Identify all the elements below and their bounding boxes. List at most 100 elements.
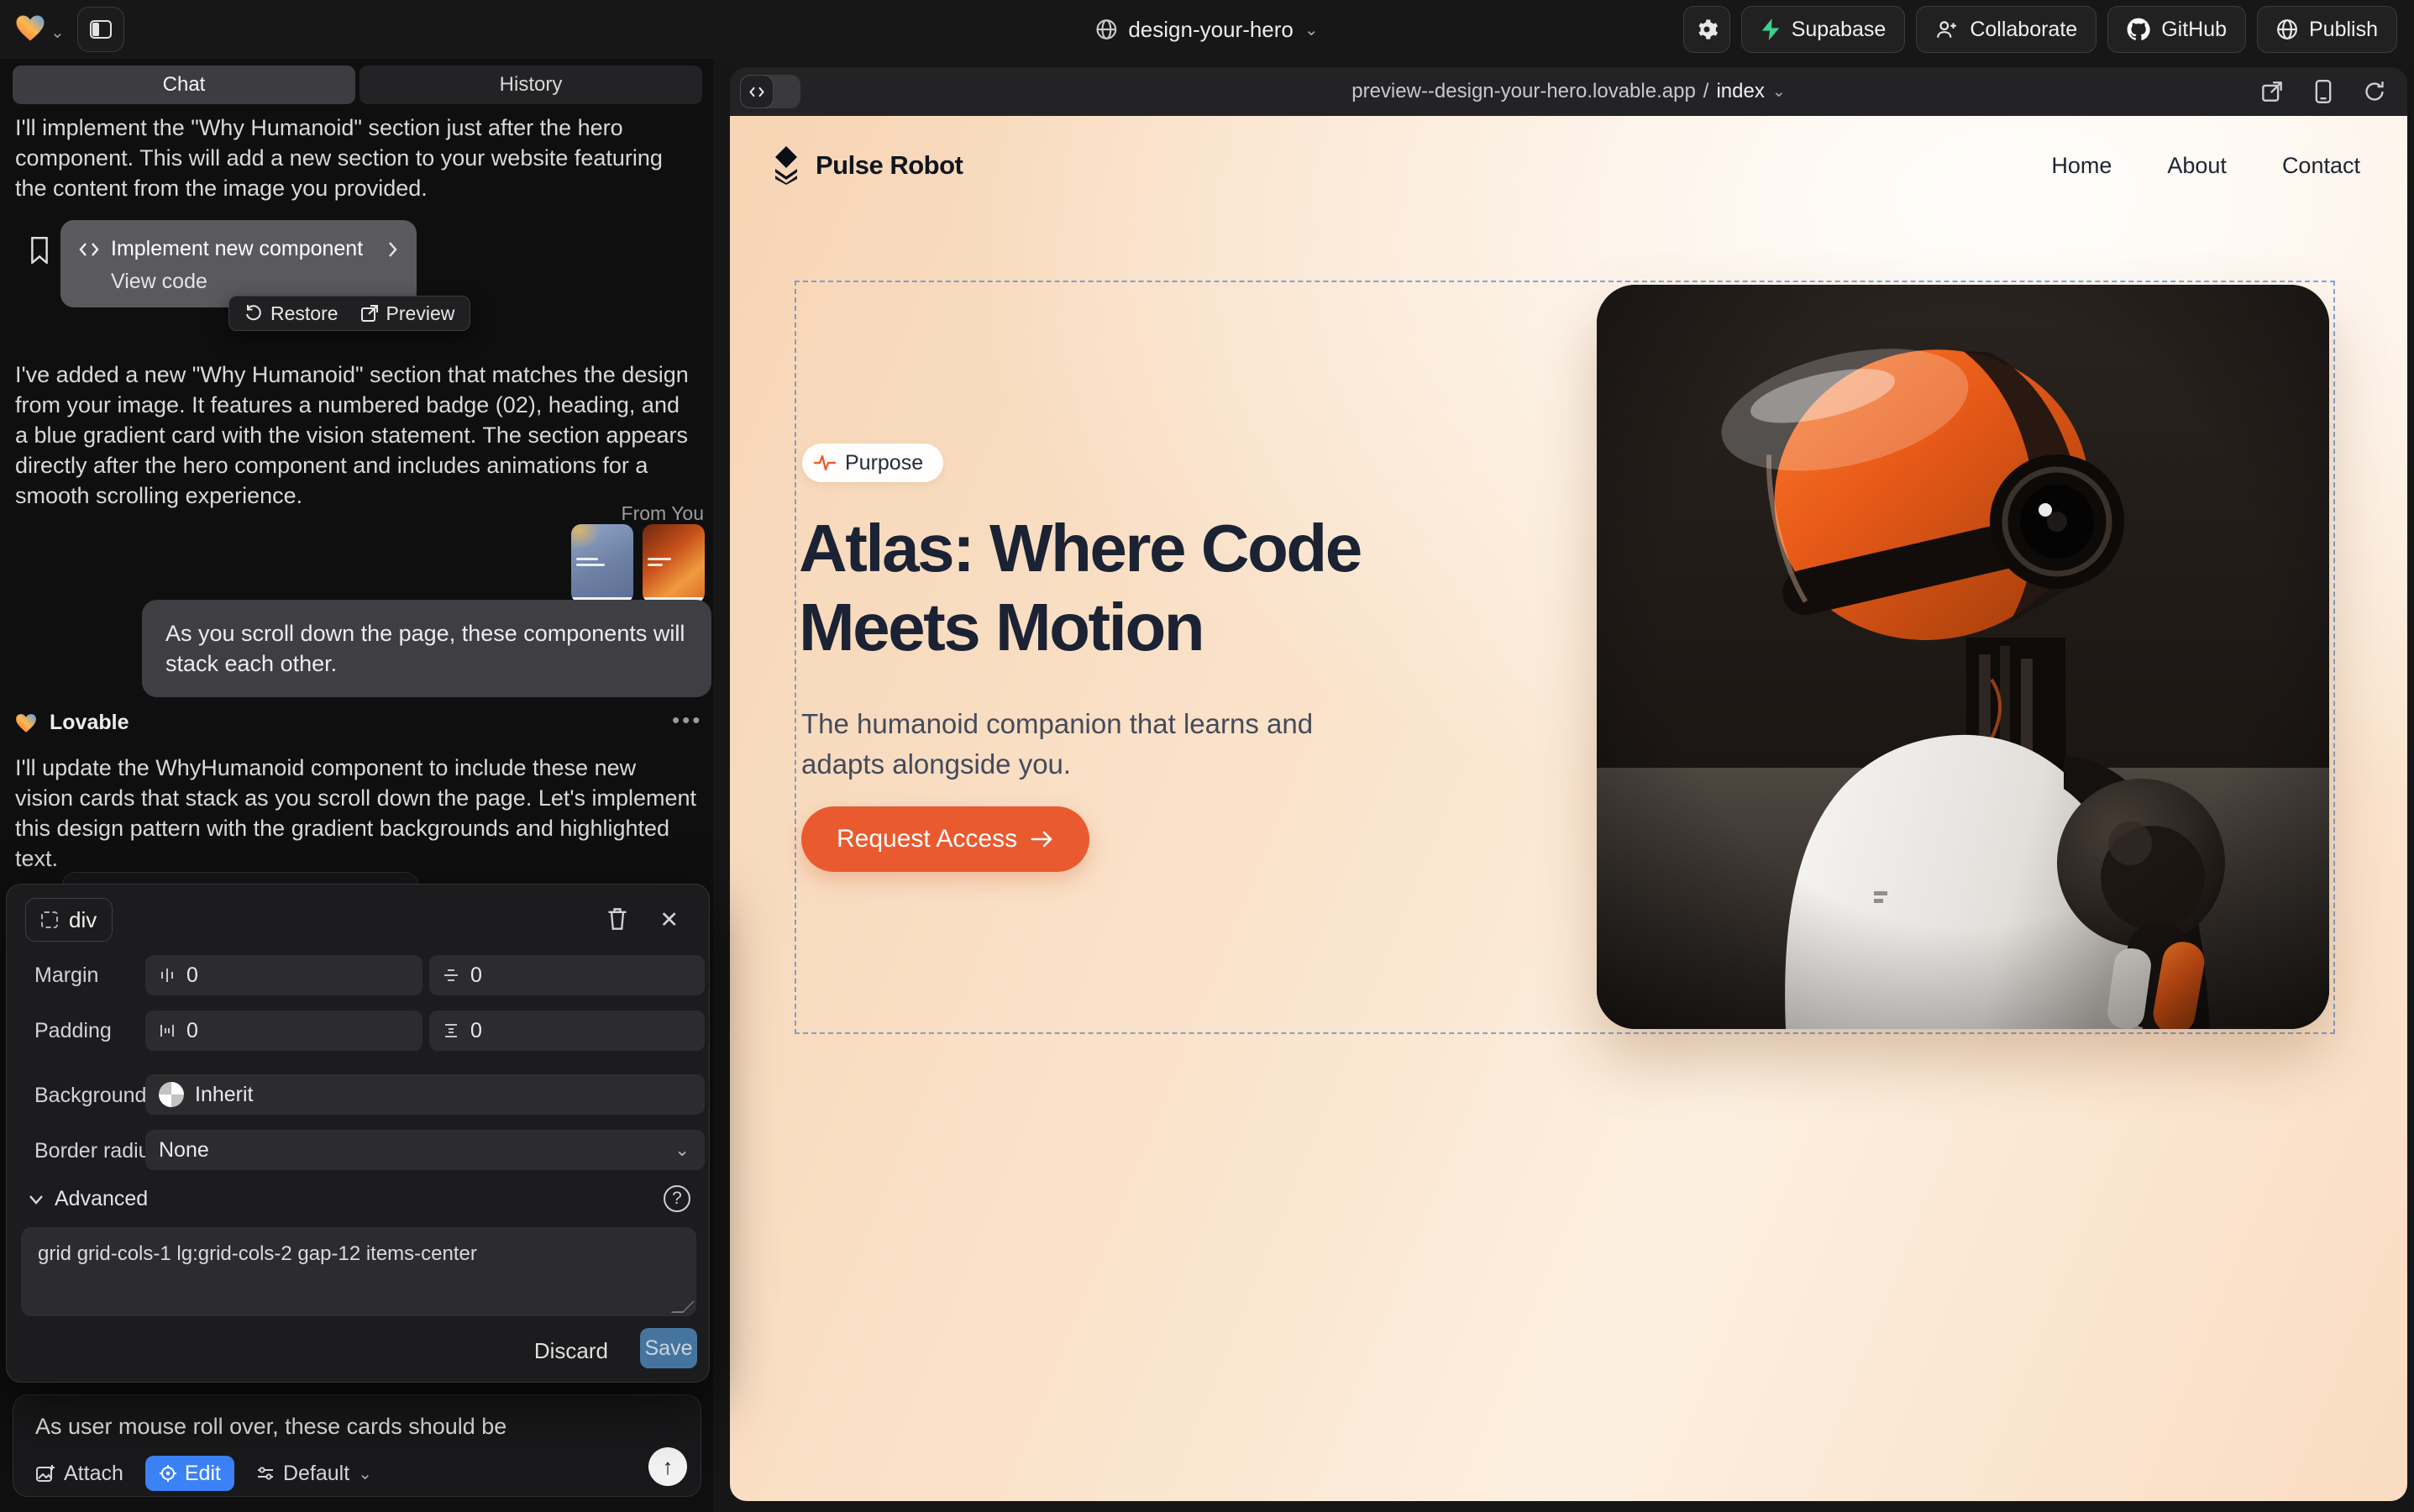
padding-y-input[interactable]: 0 (429, 1011, 705, 1051)
attachment-thumbnail-orange[interactable] (643, 524, 705, 603)
assistant-name: Lovable (50, 711, 129, 735)
robot-hero-image (1597, 285, 2329, 1029)
restore-button[interactable]: Restore (244, 302, 338, 325)
nav-home[interactable]: Home (2051, 153, 2112, 179)
bookmark-icon[interactable] (29, 237, 50, 264)
purpose-badge-label: Purpose (845, 451, 923, 475)
chevron-down-icon: ⌄ (674, 1140, 690, 1161)
people-icon (1935, 18, 1959, 40)
border-radius-label: Border radius (34, 1139, 160, 1163)
site-brand-name: Pulse Robot (816, 150, 963, 181)
view-code-link[interactable]: View code (111, 270, 398, 294)
attach-button[interactable]: Attach (35, 1462, 123, 1486)
user-message-bubble: As you scroll down the page, these compo… (142, 600, 711, 697)
assistant-message: I've added a new "Why Humanoid" section … (15, 360, 697, 511)
target-icon (159, 1464, 177, 1483)
assistant-message: I'll implement the "Why Humanoid" sectio… (15, 113, 697, 203)
mobile-view-icon[interactable] (2315, 80, 2332, 103)
chevron-down-icon (29, 1194, 44, 1205)
hero-heading: Atlas: Where Code Meets Motion (799, 509, 1361, 667)
padding-x-icon (159, 1022, 176, 1039)
globe-icon (1095, 18, 1117, 40)
preview-header: preview--design-your-hero.lovable.app / … (730, 67, 2407, 116)
code-toggle-thumb (740, 75, 774, 108)
tab-chat[interactable]: Chat (13, 66, 355, 104)
chevron-down-icon: ⌄ (358, 1463, 372, 1484)
code-icon (749, 86, 764, 98)
color-swatch-icon (159, 1082, 184, 1107)
margin-x-input[interactable]: 0 (145, 955, 422, 995)
supabase-icon (1761, 18, 1781, 40)
purpose-badge: Purpose (802, 444, 943, 482)
assistant-header: Lovable (15, 711, 129, 735)
restore-icon (244, 304, 263, 323)
discard-button[interactable]: Discard (534, 1338, 608, 1364)
border-radius-select[interactable]: None ⌄ (145, 1130, 705, 1170)
component-card-title: Implement new component (111, 237, 375, 261)
save-button[interactable]: Save (640, 1328, 697, 1368)
margin-y-input[interactable]: 0 (429, 955, 705, 995)
margin-label: Margin (34, 963, 98, 988)
lovable-heart-icon (15, 713, 37, 733)
site-preview: Pulse Robot Home About Contact Purpose A… (730, 116, 2407, 1501)
classes-textarea[interactable]: grid grid-cols-1 lg:grid-cols-2 gap-12 i… (21, 1227, 696, 1316)
component-hover-menu: Restore Preview (228, 296, 470, 331)
margin-x-icon (159, 967, 176, 984)
assistant-message: I'll update the WhyHumanoid component to… (15, 753, 697, 874)
composer-input[interactable]: As user mouse roll over, these cards sho… (35, 1414, 506, 1440)
chat-composer[interactable]: As user mouse roll over, these cards sho… (13, 1394, 701, 1497)
tab-history[interactable]: History (359, 66, 702, 104)
project-name: design-your-hero (1128, 17, 1294, 43)
panel-left-icon (90, 20, 112, 39)
delete-element-button[interactable] (606, 907, 628, 931)
background-input[interactable]: Inherit (145, 1074, 705, 1115)
logo-chevron-down-icon[interactable]: ⌄ (50, 22, 65, 43)
component-card[interactable]: Implement new component View code (60, 220, 417, 307)
external-link-icon (360, 304, 379, 323)
sliders-icon (256, 1464, 275, 1483)
background-label: Background (34, 1084, 146, 1108)
chat-panel: Chat History I'll implement the "Why Hum… (0, 59, 713, 1512)
refresh-icon[interactable] (2364, 81, 2385, 102)
from-you-label: From You (622, 502, 704, 525)
preview-button[interactable]: Preview (360, 302, 455, 325)
trash-icon (606, 907, 628, 931)
nav-contact[interactable]: Contact (2282, 153, 2360, 179)
margin-y-icon (443, 967, 459, 984)
selection-box-icon (41, 911, 58, 928)
supabase-button[interactable]: Supabase (1741, 6, 1906, 53)
code-preview-toggle[interactable] (740, 75, 800, 108)
selected-element-chip[interactable]: div (25, 898, 113, 942)
request-access-button[interactable]: Request Access (801, 806, 1089, 872)
preview-page: index (1716, 80, 1764, 103)
open-in-new-tab-icon[interactable] (2261, 81, 2283, 102)
send-button[interactable]: ↑ (648, 1447, 687, 1486)
site-nav: Home About Contact (2051, 153, 2360, 179)
padding-x-input[interactable]: 0 (145, 1011, 422, 1051)
advanced-toggle[interactable]: Advanced (29, 1187, 148, 1211)
attachment-thumbnail-blue[interactable] (571, 524, 633, 603)
lovable-logo-icon[interactable] (15, 14, 45, 42)
github-icon (2127, 18, 2150, 41)
close-inspector-button[interactable]: ✕ (659, 907, 679, 933)
github-button[interactable]: GitHub (2107, 6, 2246, 53)
sidebar-toggle-button[interactable] (77, 7, 124, 52)
preview-url: preview--design-your-hero.lovable.app (1351, 80, 1696, 103)
hero-subtitle: The humanoid companion that learns and a… (801, 704, 1389, 785)
publish-button[interactable]: Publish (2257, 6, 2397, 53)
mode-select[interactable]: Default ⌄ (256, 1462, 372, 1486)
site-header: Pulse Robot Home About Contact (730, 116, 2407, 217)
more-options-icon[interactable]: ••• (672, 707, 702, 733)
settings-button[interactable] (1683, 6, 1730, 53)
pulse-icon (814, 454, 836, 472)
collaborate-button[interactable]: Collaborate (1916, 6, 2097, 53)
site-brand[interactable]: Pulse Robot (769, 146, 963, 185)
chat-tabs: Chat History (13, 66, 702, 104)
padding-y-icon (443, 1022, 459, 1039)
project-menu[interactable]: design-your-hero ⌄ (1095, 0, 1318, 59)
edit-mode-button[interactable]: Edit (145, 1456, 234, 1491)
nav-about[interactable]: About (2167, 153, 2227, 179)
arrow-right-icon (1031, 830, 1054, 848)
preview-url-bar[interactable]: preview--design-your-hero.lovable.app / … (1351, 67, 1786, 116)
help-icon[interactable]: ? (664, 1185, 690, 1212)
